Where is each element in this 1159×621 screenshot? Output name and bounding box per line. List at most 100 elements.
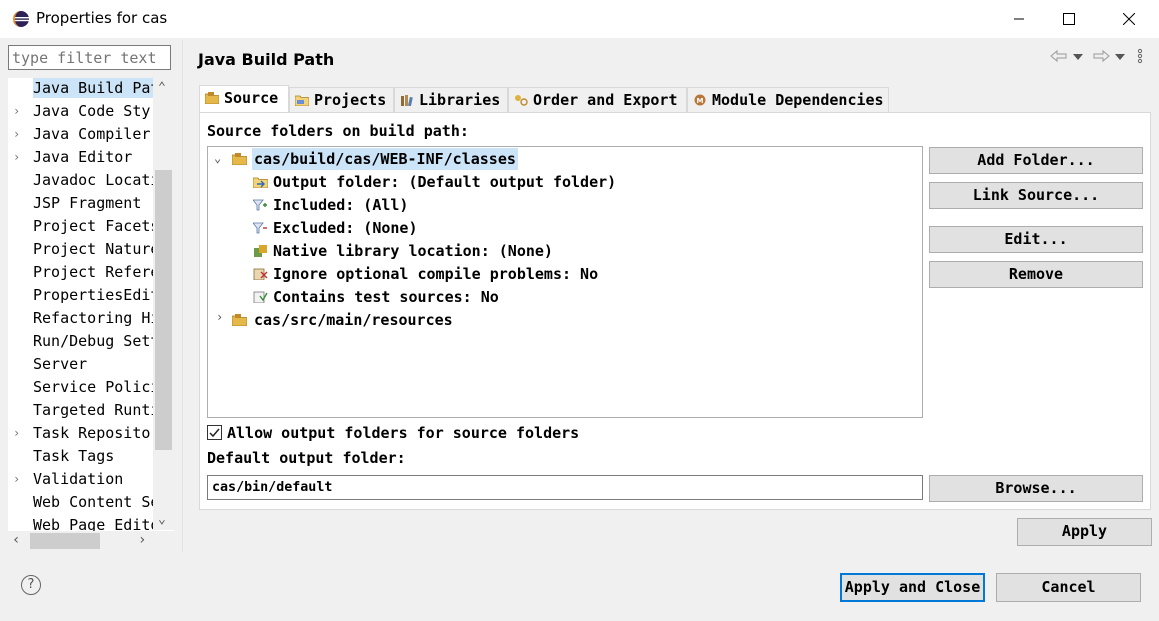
filter-include-icon [253,199,267,211]
source-folders-heading: Source folders on build path: [207,122,469,140]
tab-projects[interactable]: Projects [289,87,394,112]
source-folder-icon [232,153,247,165]
nav-item[interactable]: Service Polici [8,377,153,400]
nav-item[interactable]: Project Facets [8,216,153,239]
nav-item[interactable]: JSP Fragment [8,193,153,216]
tab-label: Source [224,89,279,107]
tree-vertical-scroll-thumb[interactable] [155,170,172,450]
tab-libraries[interactable]: Libraries [394,87,508,112]
nav-item-label: Task Repositor [33,424,153,442]
source-folder-icon [232,314,247,326]
allow-output-folders-checkbox[interactable] [207,425,222,440]
nav-item-label: Web Content Se [33,493,153,511]
expand-chevron-icon[interactable]: › [13,124,27,144]
nav-item[interactable]: › Java Code Sty: [8,101,153,124]
nav-item[interactable]: › Validation [8,469,153,492]
tree-item-label: Native library location: (None) [273,242,553,260]
tree-item-label: Contains test sources: No [273,288,499,306]
back-dropdown-icon[interactable] [1073,53,1083,61]
view-menu-icon[interactable] [1137,48,1143,64]
nav-item[interactable]: Java Build Pat [8,78,153,101]
tab-order-and-export[interactable]: Order and Export [508,87,687,112]
scroll-up-icon[interactable]: ⌃ [158,80,166,95]
tab-module-dependencies[interactable]: M Module Dependencies [687,87,889,112]
tree-item-label: Output folder: (Default output folder) [273,173,617,191]
nav-item[interactable]: Server [8,354,153,377]
checkmark-icon [209,428,220,438]
forward-arrow-icon[interactable] [1092,49,1110,63]
maximize-icon [1063,13,1075,25]
ignore-problems-icon [253,268,268,280]
eclipse-logo-icon [13,11,29,27]
maximize-button[interactable] [1044,0,1094,38]
nav-item[interactable]: › Java Compiler [8,124,153,147]
nav-item[interactable]: Web Content Se [8,492,153,515]
scroll-down-icon[interactable]: ⌄ [158,512,166,527]
apply-and-close-button[interactable]: Apply and Close [840,573,985,602]
expand-chevron-icon[interactable]: › [13,423,27,443]
scroll-right-icon[interactable]: › [138,532,146,548]
title-bar: Properties for cas [0,0,1159,38]
minimize-button[interactable] [994,0,1044,38]
tab-source[interactable]: Source [199,85,289,113]
link-source-button[interactable]: Link Source... [929,182,1143,209]
nav-item[interactable]: PropertiesEdit [8,285,153,308]
test-sources-icon [253,291,268,303]
expand-chevron-icon[interactable]: › [13,469,27,489]
nav-item-label: Project Facets [33,217,153,235]
expand-chevron-icon[interactable]: › [216,310,223,324]
libraries-icon [401,95,413,106]
nav-item[interactable]: Run/Debug Sett [8,331,153,354]
source-folders-tree[interactable]: ⌄ cas/build/cas/WEB-INF/classes Output f… [207,146,923,418]
tab-label: Order and Export [533,91,678,109]
nav-item-label: Service Polici [33,378,153,396]
nav-item[interactable]: Targeted Runti [8,400,153,423]
scroll-left-icon[interactable]: ‹ [12,532,20,548]
allow-output-folders-label[interactable]: Allow output folders for source folders [227,424,579,442]
filter-exclude-icon [253,222,267,234]
nav-item[interactable]: Project Refere [8,262,153,285]
minimize-icon [1014,18,1024,20]
nav-item[interactable]: › Task Repositor [8,423,153,446]
tree-horizontal-scroll-thumb[interactable] [30,533,100,549]
nav-item-label: JSP Fragment [33,194,142,212]
nav-item-label: Server [33,355,88,373]
window-title: Properties for cas [36,9,168,27]
nav-item[interactable]: › Java Editor [8,147,153,170]
expand-chevron-icon[interactable]: › [13,147,27,167]
add-folder-button[interactable]: Add Folder... [929,147,1143,174]
tab-label: Projects [314,91,387,109]
nav-item-label: Targeted Runti [33,401,153,419]
native-library-icon [254,245,267,257]
tree-item-label: cas/build/cas/WEB-INF/classes [252,148,518,170]
nav-item[interactable]: Javadoc Locati [8,170,153,193]
nav-item-label: Java Build Pat [33,78,153,98]
nav-item-label: Project Nature [33,240,153,258]
order-export-icon [515,95,528,106]
nav-item-label: Refactoring Hi [33,309,153,327]
browse-button[interactable]: Browse... [929,475,1143,502]
collapse-chevron-icon[interactable]: ⌄ [214,151,221,165]
nav-item-label: Java Code Sty: [33,102,153,120]
property-page-tree[interactable]: Java Build Pat › Java Code Sty: › Java Compi… [8,78,174,550]
sash-divider[interactable] [182,40,183,552]
remove-button[interactable]: Remove [929,261,1143,288]
close-button[interactable] [1104,0,1154,38]
tree-item-label: Ignore optional compile problems: No [273,265,599,283]
edit-button[interactable]: Edit... [929,226,1143,253]
nav-item[interactable]: Task Tags [8,446,153,469]
nav-item-label: Javadoc Locati [33,171,153,189]
nav-item[interactable]: Refactoring Hi [8,308,153,331]
forward-dropdown-icon[interactable] [1115,53,1125,61]
help-icon[interactable]: ? [21,575,41,595]
cancel-button[interactable]: Cancel [996,573,1141,602]
nav-item[interactable]: Project Nature [8,239,153,262]
nav-item-label: Project Refere [33,263,153,281]
expand-chevron-icon[interactable]: › [13,101,27,121]
default-output-folder-input[interactable] [207,475,923,500]
tree-item-label: Included: (All) [273,196,409,214]
filter-input[interactable] [8,45,171,70]
source-folder-icon [205,92,219,104]
back-arrow-icon[interactable] [1050,49,1068,63]
apply-button[interactable]: Apply [1017,518,1152,546]
